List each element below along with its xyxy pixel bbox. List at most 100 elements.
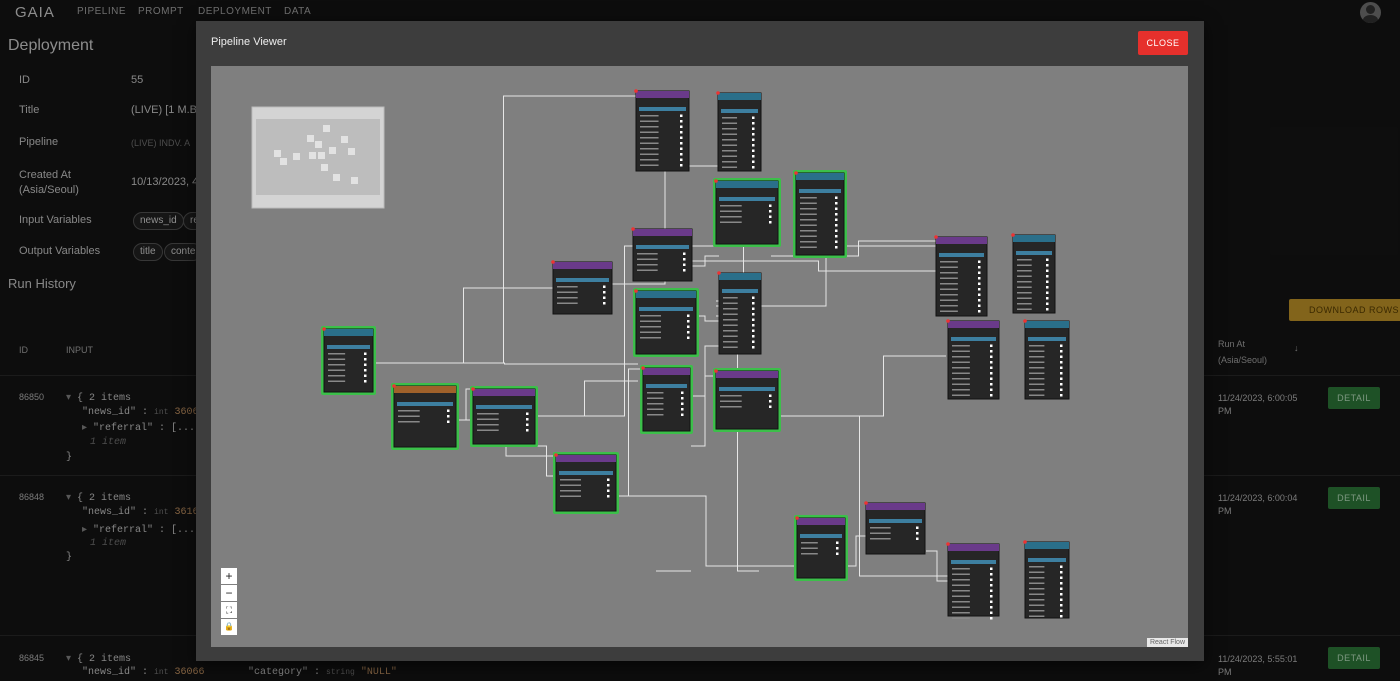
node-row: [940, 283, 958, 285]
node-port: [835, 207, 838, 210]
node-handle: [716, 91, 720, 95]
node-row: [940, 288, 958, 290]
pipeline-node: [472, 388, 536, 445]
node-port: [978, 282, 981, 285]
node-row: [1017, 281, 1032, 283]
node-row: [723, 346, 738, 348]
node-row: [637, 258, 658, 260]
node-handle: [934, 235, 938, 239]
node-row: [720, 395, 742, 397]
node-row: [800, 235, 817, 237]
node-port: [769, 204, 772, 207]
node-port: [526, 412, 529, 415]
node-row: [1029, 599, 1045, 601]
node-port: [990, 344, 993, 347]
node-port: [603, 291, 606, 294]
flow-canvas[interactable]: + − ⛶ 🔒 React Flow: [211, 66, 1188, 647]
node-row: [647, 414, 664, 416]
node-row: [1029, 571, 1045, 573]
node-port: [364, 352, 367, 355]
node-row: [722, 139, 738, 141]
node-header: [556, 455, 616, 462]
fit-view-icon[interactable]: ⛶: [221, 602, 237, 618]
lock-icon[interactable]: 🔒: [221, 619, 237, 635]
node-row: [952, 612, 970, 614]
node-port: [978, 293, 981, 296]
node-bar: [951, 560, 996, 564]
node-handle: [1023, 319, 1027, 323]
node-row: [952, 590, 970, 592]
node-bar: [646, 384, 687, 388]
node-port: [681, 402, 684, 405]
react-flow-attribution[interactable]: React Flow: [1146, 638, 1188, 647]
node-port: [607, 489, 610, 492]
node-port: [978, 260, 981, 263]
node-row: [723, 313, 738, 315]
node-port: [990, 617, 993, 620]
node-row: [1029, 588, 1045, 590]
node-row: [328, 375, 346, 377]
node-bar: [1028, 558, 1066, 562]
close-button[interactable]: CLOSE: [1138, 31, 1188, 55]
node-row: [640, 153, 659, 155]
node-port: [835, 240, 838, 243]
node-port: [1060, 388, 1063, 391]
node-row: [722, 133, 738, 135]
node-port: [835, 196, 838, 199]
node-port: [769, 215, 772, 218]
node-row: [557, 291, 578, 293]
node-port: [687, 314, 690, 317]
node-bar: [476, 405, 532, 409]
node-header: [636, 291, 696, 298]
pipeline-node: [1024, 541, 1070, 619]
node-port: [835, 235, 838, 238]
node-row: [560, 495, 581, 497]
node-row: [952, 579, 970, 581]
node-row: [800, 246, 817, 248]
node-port: [916, 526, 919, 529]
pipeline-node: [555, 454, 617, 512]
node-row: [640, 331, 661, 333]
node-port: [526, 418, 529, 421]
node-port: [990, 600, 993, 603]
node-port: [687, 336, 690, 339]
node-port: [683, 252, 686, 255]
node-header: [553, 262, 612, 269]
zoom-out-icon[interactable]: −: [221, 585, 237, 601]
node-row: [398, 415, 420, 417]
node-row: [560, 490, 581, 492]
node-header: [633, 229, 692, 236]
node-header: [716, 371, 778, 378]
node-handle: [946, 319, 950, 323]
node-port: [526, 423, 529, 426]
node-header: [324, 329, 373, 336]
node-row: [477, 418, 499, 420]
node-row: [1029, 604, 1045, 606]
node-port: [680, 147, 683, 150]
node-bar: [397, 402, 453, 406]
node-header: [866, 503, 925, 510]
node-row: [640, 320, 661, 322]
node-port: [1046, 286, 1049, 289]
node-row: [870, 527, 891, 529]
node-header: [1025, 542, 1069, 549]
zoom-in-icon[interactable]: +: [221, 568, 237, 584]
node-row: [640, 159, 659, 161]
node-port: [683, 263, 686, 266]
node-row: [647, 397, 664, 399]
node-port: [1060, 361, 1063, 364]
node-bar: [939, 253, 984, 257]
node-bar: [722, 289, 758, 293]
edge: [531, 380, 638, 417]
node-port: [752, 116, 755, 119]
node-port: [1046, 302, 1049, 305]
minimap-node: [323, 125, 330, 132]
node-port: [752, 166, 755, 169]
node-row: [1029, 361, 1045, 363]
node-row: [640, 326, 661, 328]
node-header: [636, 91, 689, 98]
node-port: [978, 299, 981, 302]
minimap-node: [333, 174, 340, 181]
node-row: [328, 369, 346, 371]
node-row: [800, 219, 817, 221]
